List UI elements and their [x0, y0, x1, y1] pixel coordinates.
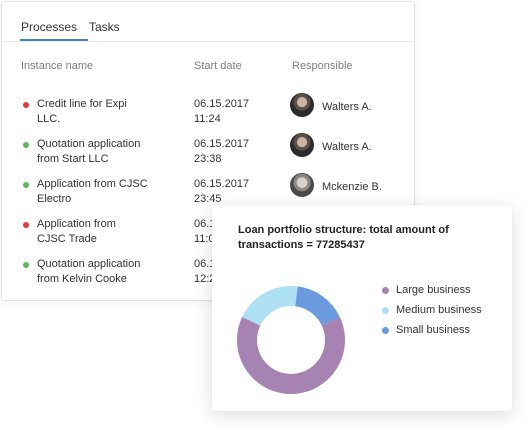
instance-name-line: LLC. — [37, 113, 61, 125]
start-date: 06.15.2017 11:24 — [194, 97, 264, 127]
instance-name: Application from CJSC Trade — [37, 217, 187, 247]
start-date-time: 11:24 — [194, 113, 221, 125]
loan-portfolio-card: Loan portfolio structure: total amount o… — [212, 205, 512, 411]
table-row[interactable]: Credit line for Expi LLC. 06.15.2017 11:… — [2, 93, 414, 133]
instance-name-line: CJSC Trade — [37, 233, 97, 245]
instance-name-line: from Start LLC — [37, 153, 109, 165]
donut-slice-small-business — [295, 286, 340, 326]
instance-name: Application from CJSC Electro — [37, 177, 187, 207]
start-date: 06.15.2017 23:45 — [194, 177, 264, 207]
tab-bar: Processes Tasks — [2, 2, 414, 42]
active-tab-indicator — [20, 39, 88, 41]
responsible-name: Walters A. — [322, 141, 372, 153]
legend-swatch — [382, 307, 389, 314]
status-dot — [23, 102, 29, 108]
donut-chart — [237, 286, 345, 394]
start-date: 06.15.2017 23:38 — [194, 137, 264, 167]
status-dot — [23, 262, 29, 268]
tab-processes[interactable]: Processes — [21, 20, 77, 34]
legend-swatch — [382, 287, 389, 294]
instance-name-line: Application from — [37, 218, 116, 230]
start-date-day: 06.15.2017 — [194, 98, 250, 110]
status-dot — [23, 182, 29, 188]
instance-name-line: Electro — [37, 193, 72, 205]
responsible-name: Walters A. — [322, 101, 372, 113]
legend-swatch — [382, 327, 389, 334]
donut-slice-medium-business — [242, 286, 298, 326]
column-header-responsible: Responsible — [292, 60, 353, 72]
avatar — [290, 93, 314, 117]
start-date-day: 06.15.2017 — [194, 138, 250, 150]
status-dot — [23, 142, 29, 148]
instance-name: Quotation application from Start LLC — [37, 137, 187, 167]
avatar — [290, 173, 314, 197]
instance-name-line: from Kelvin Cooke — [37, 273, 127, 285]
donut-slice-large-business — [237, 317, 345, 394]
instance-name-line: Quotation application — [37, 258, 141, 270]
legend-label: Large business — [396, 284, 471, 296]
table-row[interactable]: Quotation application from Start LLC 06.… — [2, 133, 414, 173]
status-dot — [23, 222, 29, 228]
legend-label: Small business — [396, 324, 470, 336]
responsible-name: Mckenzie B. — [322, 181, 382, 193]
instance-name: Quotation application from Kelvin Cooke — [37, 257, 187, 287]
column-header-instance-name: Instance name — [21, 60, 94, 72]
tab-tasks[interactable]: Tasks — [89, 20, 120, 34]
start-date-time: 23:38 — [194, 153, 222, 165]
instance-name-line: Quotation application — [37, 138, 141, 150]
instance-name-line: Application from CJSC — [37, 178, 148, 190]
column-header-start-date: Start date — [194, 60, 242, 72]
start-date-day: 06.15.2017 — [194, 178, 250, 190]
avatar — [290, 133, 314, 157]
legend-label: Medium business — [396, 304, 482, 316]
instance-name-line: Credit line for Expi — [37, 98, 127, 110]
chart-title: Loan portfolio structure: total amount o… — [238, 224, 449, 251]
instance-name: Credit line for Expi LLC. — [37, 97, 187, 127]
